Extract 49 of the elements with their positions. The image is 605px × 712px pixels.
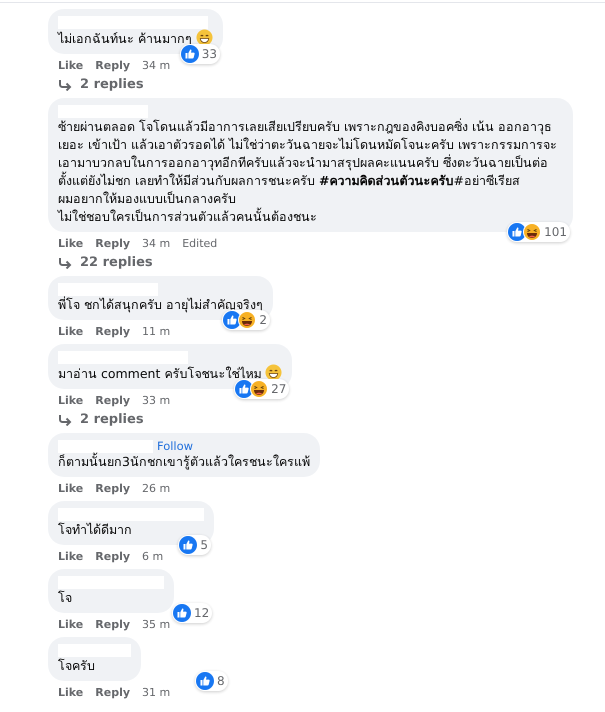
like-button[interactable]: Like [58,236,84,250]
like-icon [173,604,191,622]
comment-text: โจทำได้ดีมาก [58,521,133,539]
reply-button[interactable]: Reply [95,618,130,630]
like-icon [180,45,199,63]
laughing-face-icon [238,311,256,329]
follow-link[interactable]: Follow [157,439,194,453]
view-replies-link[interactable]: 2 replies [80,77,144,92]
timestamp[interactable]: 34 m [142,58,170,72]
comment-text: ก็ตามนั้นยก3นักชกเขารู้ตัวแล้วใครชนะใครแพ้ [58,453,310,471]
reply-button[interactable]: Reply [95,482,130,494]
reply-button[interactable]: Reply [95,58,130,72]
timestamp[interactable]: 31 m [142,686,170,698]
timestamp[interactable]: 34 m [142,236,170,250]
timestamp[interactable]: 33 m [142,394,170,406]
reaction-badge[interactable]: 5 [178,535,211,555]
like-button[interactable]: Like [58,686,84,698]
like-button[interactable]: Like [58,324,84,338]
reply-arrow-icon [58,256,72,268]
view-replies-link[interactable]: 2 replies [80,412,144,427]
reaction-badge[interactable]: 12 [172,603,212,623]
reply-button[interactable]: Reply [95,550,130,562]
reply-arrow-icon [58,78,72,90]
comment-text: โจครับ [58,657,96,675]
like-button[interactable]: Like [58,482,84,494]
reaction-badge[interactable]: 101 [507,222,570,242]
reaction-badge[interactable]: 8 [195,671,228,691]
view-replies-link[interactable]: 22 replies [80,255,153,270]
timestamp[interactable]: 11 m [142,324,170,338]
reaction-badge[interactable]: 27 [234,379,290,399]
like-icon [179,536,198,554]
like-button[interactable]: Like [58,618,84,630]
like-button[interactable]: Like [58,394,84,406]
reply-button[interactable]: Reply [95,686,130,698]
comment-text: โจ [58,589,73,607]
laughing-face-icon [250,380,268,398]
timestamp[interactable]: 35 m [142,618,170,630]
like-button[interactable]: Like [58,550,84,562]
reply-button[interactable]: Reply [95,394,130,406]
reaction-badge[interactable]: 2 [222,310,270,330]
laughing-face-icon [523,223,542,241]
like-icon [196,672,214,690]
edited-label: Edited [182,236,218,250]
like-button[interactable]: Like [58,58,84,72]
reply-arrow-icon [58,414,72,426]
timestamp[interactable]: 26 m [142,482,170,494]
reply-button[interactable]: Reply [95,324,130,338]
reply-button[interactable]: Reply [95,236,130,250]
timestamp[interactable]: 6 m [142,550,164,562]
